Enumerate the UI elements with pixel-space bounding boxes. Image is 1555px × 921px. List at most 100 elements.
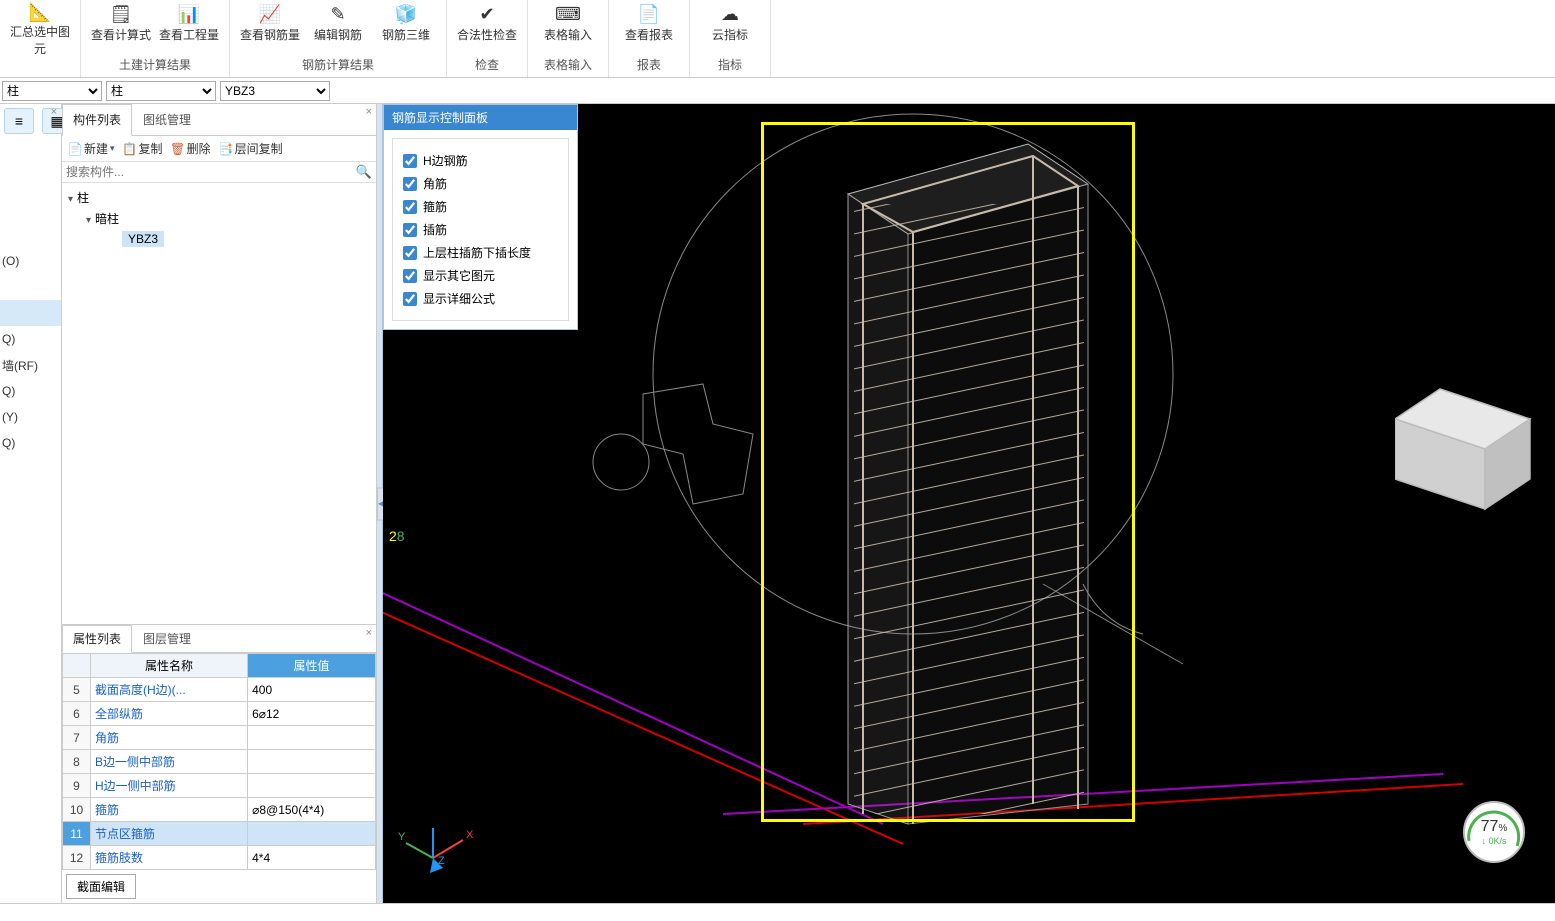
- table-row[interactable]: 5 截面高度(H边)(... 400: [63, 678, 376, 702]
- nav-item[interactable]: 墙(RF): [0, 352, 61, 378]
- category-select-c[interactable]: YBZ3: [220, 81, 330, 101]
- prop-name[interactable]: 截面高度(H边)(...: [91, 678, 248, 702]
- layer-copy-button[interactable]: 📑层间复制: [219, 140, 283, 157]
- tree-child[interactable]: 暗柱: [95, 210, 119, 227]
- svg-text:Y: Y: [398, 831, 406, 843]
- ribbon-label: 汇总选中图元: [8, 23, 72, 57]
- nav-item[interactable]: [0, 274, 61, 300]
- nav-item[interactable]: Q): [0, 326, 61, 352]
- properties-table: 属性名称 属性值 5 截面高度(H边)(... 4006 全部纵筋 6⌀127 …: [62, 653, 376, 870]
- close-icon[interactable]: ×: [51, 106, 57, 118]
- tab-properties[interactable]: 属性列表: [62, 625, 132, 653]
- ribbon-icon: 📄: [635, 2, 663, 26]
- table-row[interactable]: 11 节点区箍筋: [63, 822, 376, 846]
- component-tree: 柱 暗柱 YBZ3: [62, 183, 376, 625]
- prop-name[interactable]: H边一侧中部筋: [91, 774, 248, 798]
- row-index: 9: [63, 774, 91, 798]
- table-row[interactable]: 8 B边一侧中部筋: [63, 750, 376, 774]
- category-select-a[interactable]: 柱: [2, 81, 102, 101]
- main-area: × ≡ ▦ (O)Q)墙(RF)Q)(Y)Q) × 构件列表 图纸管理 📄新建 …: [0, 104, 1555, 903]
- nav-item[interactable]: [0, 300, 61, 326]
- prop-value[interactable]: [248, 750, 376, 774]
- row-index: 11: [63, 822, 91, 846]
- highlight-box: [761, 122, 1135, 822]
- category-bar: 柱 柱 YBZ3: [0, 78, 1555, 104]
- table-input-button[interactable]: ⌨表格输入: [536, 0, 600, 50]
- delete-icon: 🗑: [171, 142, 185, 156]
- ribbon-group-label: 土建计算结果: [81, 54, 229, 77]
- search-input[interactable]: [66, 165, 356, 179]
- expand-icon[interactable]: [68, 191, 73, 205]
- ribbon-label: 编辑钢筋: [314, 26, 362, 43]
- category-select-b[interactable]: 柱: [106, 81, 216, 101]
- edit-rebar-button[interactable]: ✎编辑钢筋: [306, 0, 370, 50]
- nav-item[interactable]: (Y): [0, 404, 61, 430]
- table-row[interactable]: 9 H边一侧中部筋: [63, 774, 376, 798]
- ribbon-group-label: 钢筋计算结果: [230, 54, 446, 77]
- prop-value[interactable]: 6⌀12: [248, 702, 376, 726]
- new-button[interactable]: 📄新建 ▾: [68, 140, 115, 157]
- ribbon-icon: 🗒: [107, 2, 135, 26]
- ribbon-label: 查看报表: [625, 26, 673, 43]
- table-row[interactable]: 10 箍筋 ⌀8@150(4*4): [63, 798, 376, 822]
- rebar-3d-button[interactable]: 🧊钢筋三维: [374, 0, 438, 50]
- view-formula-button[interactable]: 🗒查看计算式: [89, 0, 153, 50]
- delete-button[interactable]: 🗑删除: [171, 140, 211, 157]
- copy-button[interactable]: 📋复制: [123, 140, 163, 157]
- view-report-button[interactable]: 📄查看报表: [617, 0, 681, 50]
- view-cube[interactable]: [1395, 354, 1545, 514]
- ribbon-label: 钢筋三维: [382, 26, 430, 43]
- edit-section-button[interactable]: 截面编辑: [66, 874, 136, 899]
- ribbon-icon: 🧊: [392, 2, 420, 26]
- col-idx: [63, 654, 91, 678]
- viewport-3d[interactable]: 钢筋显示控制面板 H边钢筋角筋箍筋插筋上层柱插筋下插长度显示其它图元显示详细公式: [383, 104, 1555, 903]
- svg-text:Z: Z: [438, 855, 445, 867]
- view-rebar-qty-button[interactable]: 📈查看钢筋量: [238, 0, 302, 50]
- prop-value[interactable]: [248, 726, 376, 750]
- row-index: 7: [63, 726, 91, 750]
- component-column: × 构件列表 图纸管理 📄新建 ▾ 📋复制 🗑删除 📑层间复制 🔍 柱 暗柱 Y…: [62, 104, 377, 903]
- expand-icon[interactable]: [86, 212, 91, 226]
- prop-name[interactable]: 箍筋: [91, 798, 248, 822]
- nav-item[interactable]: Q): [0, 378, 61, 404]
- prop-value[interactable]: ⌀8@150(4*4): [248, 798, 376, 822]
- list-view-icon[interactable]: ≡: [4, 108, 34, 134]
- close-icon[interactable]: ×: [366, 627, 372, 639]
- prop-name[interactable]: 箍筋肢数: [91, 846, 248, 870]
- prop-name[interactable]: 节点区箍筋: [91, 822, 248, 846]
- tab-drawing-mgmt[interactable]: 图纸管理: [132, 104, 202, 135]
- row-index: 10: [63, 798, 91, 822]
- view-quantity-button[interactable]: 📊查看工程量: [157, 0, 221, 50]
- prop-name[interactable]: B边一侧中部筋: [91, 750, 248, 774]
- copy-icon: 📋: [123, 142, 137, 156]
- cloud-index-button[interactable]: ☁云指标: [698, 0, 762, 50]
- nav-column: × ≡ ▦ (O)Q)墙(RF)Q)(Y)Q): [0, 104, 62, 903]
- prop-name[interactable]: 全部纵筋: [91, 702, 248, 726]
- table-row[interactable]: 7 角筋: [63, 726, 376, 750]
- tab-component-list[interactable]: 构件列表: [62, 104, 132, 136]
- ribbon-label: 表格输入: [544, 26, 592, 43]
- validity-check-button[interactable]: ✔合法性检查: [455, 0, 519, 50]
- row-index: 6: [63, 702, 91, 726]
- prop-value[interactable]: 4*4: [248, 846, 376, 870]
- ribbon-label: 查看钢筋量: [240, 26, 300, 43]
- tab-layer-mgmt[interactable]: 图层管理: [132, 625, 202, 652]
- prop-name[interactable]: 角筋: [91, 726, 248, 750]
- properties-panel: × 属性列表 图层管理 属性名称 属性值 5 截面高度(H边)(... 4006…: [62, 625, 376, 903]
- nav-item[interactable]: Q): [0, 430, 61, 456]
- table-row[interactable]: 12 箍筋肢数 4*4: [63, 846, 376, 870]
- search-icon[interactable]: 🔍: [356, 164, 372, 180]
- search-bar: 🔍: [62, 162, 376, 183]
- axis-triad: X Y Z: [398, 818, 478, 878]
- ribbon-icon: 📊: [175, 2, 203, 26]
- speed-gauge: 77% ↓ 0K/s: [1463, 801, 1525, 863]
- prop-value[interactable]: [248, 774, 376, 798]
- nav-item[interactable]: (O): [0, 248, 61, 274]
- tree-leaf-selected[interactable]: YBZ3: [122, 231, 164, 247]
- tree-root[interactable]: 柱: [77, 189, 89, 206]
- table-row[interactable]: 6 全部纵筋 6⌀12: [63, 702, 376, 726]
- prop-value[interactable]: 400: [248, 678, 376, 702]
- prop-value[interactable]: [248, 822, 376, 846]
- summarize-selected-button[interactable]: 📐汇总选中图元: [8, 0, 72, 50]
- close-icon[interactable]: ×: [366, 106, 372, 118]
